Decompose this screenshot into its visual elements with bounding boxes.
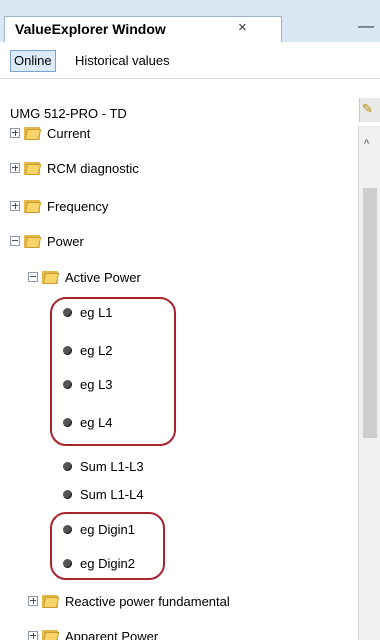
collapse-icon[interactable]	[10, 236, 20, 246]
historical-values-button[interactable]: Historical values	[72, 50, 173, 72]
tree-leaf[interactable]: Sum L1-L3	[63, 454, 144, 478]
wrench-icon: ✎	[362, 101, 373, 116]
scroll-up-icon[interactable]: ^	[364, 138, 369, 150]
folder-icon	[24, 233, 42, 249]
tree-leaf[interactable]: Sum L1-L4	[63, 482, 144, 506]
expand-icon[interactable]	[10, 128, 20, 138]
tree-node-apparent-power[interactable]: Apparent Power	[28, 624, 158, 640]
tree-node-label: RCM diagnostic	[47, 160, 139, 176]
highlight-eg-digin	[50, 512, 165, 580]
folder-icon	[24, 198, 42, 214]
online-button[interactable]: Online	[10, 50, 56, 72]
toolbar: Online Historical values	[0, 42, 380, 79]
tree-node-reactive-power[interactable]: Reactive power fundamental	[28, 589, 230, 613]
folder-icon	[42, 628, 60, 640]
tree-node-label: Power	[47, 233, 84, 249]
tree-node-label: Active Power	[65, 269, 141, 285]
expand-icon[interactable]	[10, 201, 20, 211]
folder-icon	[24, 160, 42, 176]
tree-node-label: Current	[47, 126, 91, 141]
tree-leaf-label: Sum L1-L3	[80, 458, 144, 474]
tab-valueexplorer[interactable]: ValueExplorer Window ×	[4, 16, 282, 42]
tree-node-rcm-diagnostic[interactable]: RCM diagnostic	[10, 156, 139, 180]
device-name: UMG 512-PRO - TD	[10, 106, 127, 121]
vertical-scrollbar[interactable]: ^	[358, 126, 380, 640]
folder-icon	[42, 593, 60, 609]
close-icon[interactable]: ×	[238, 19, 247, 36]
tree-node-active-power[interactable]: Active Power	[28, 265, 141, 289]
device-header: UMG 512-PRO - TD	[0, 100, 356, 126]
tree-node-label: Frequency	[47, 198, 109, 214]
expand-icon[interactable]	[28, 596, 38, 606]
folder-icon	[24, 126, 42, 141]
tree-node-label: Apparent Power	[65, 628, 159, 640]
minimize-icon[interactable]: —	[358, 18, 374, 36]
value-bullet-icon	[63, 461, 72, 471]
tree-leaf-label: Sum L1-L4	[80, 486, 144, 502]
window-title: ValueExplorer Window	[15, 21, 166, 37]
expand-icon[interactable]	[10, 163, 20, 173]
tab-bar: ValueExplorer Window × —	[0, 0, 380, 42]
tree-node-label: Reactive power fundamental	[65, 593, 230, 609]
collapse-icon[interactable]	[28, 272, 38, 282]
value-bullet-icon	[63, 489, 72, 499]
device-config-button[interactable]: ✎	[359, 98, 380, 122]
tree-node-power[interactable]: Power	[10, 229, 84, 253]
folder-icon	[42, 269, 60, 285]
expand-icon[interactable]	[28, 631, 38, 640]
highlight-eg-l1-l4	[50, 297, 176, 446]
tree-node-frequency[interactable]: Frequency	[10, 194, 108, 218]
scroll-thumb[interactable]	[363, 188, 377, 438]
tree-node-current[interactable]: Current	[10, 126, 90, 145]
value-tree: Current RCM diagnostic Frequency Power A…	[0, 126, 356, 640]
